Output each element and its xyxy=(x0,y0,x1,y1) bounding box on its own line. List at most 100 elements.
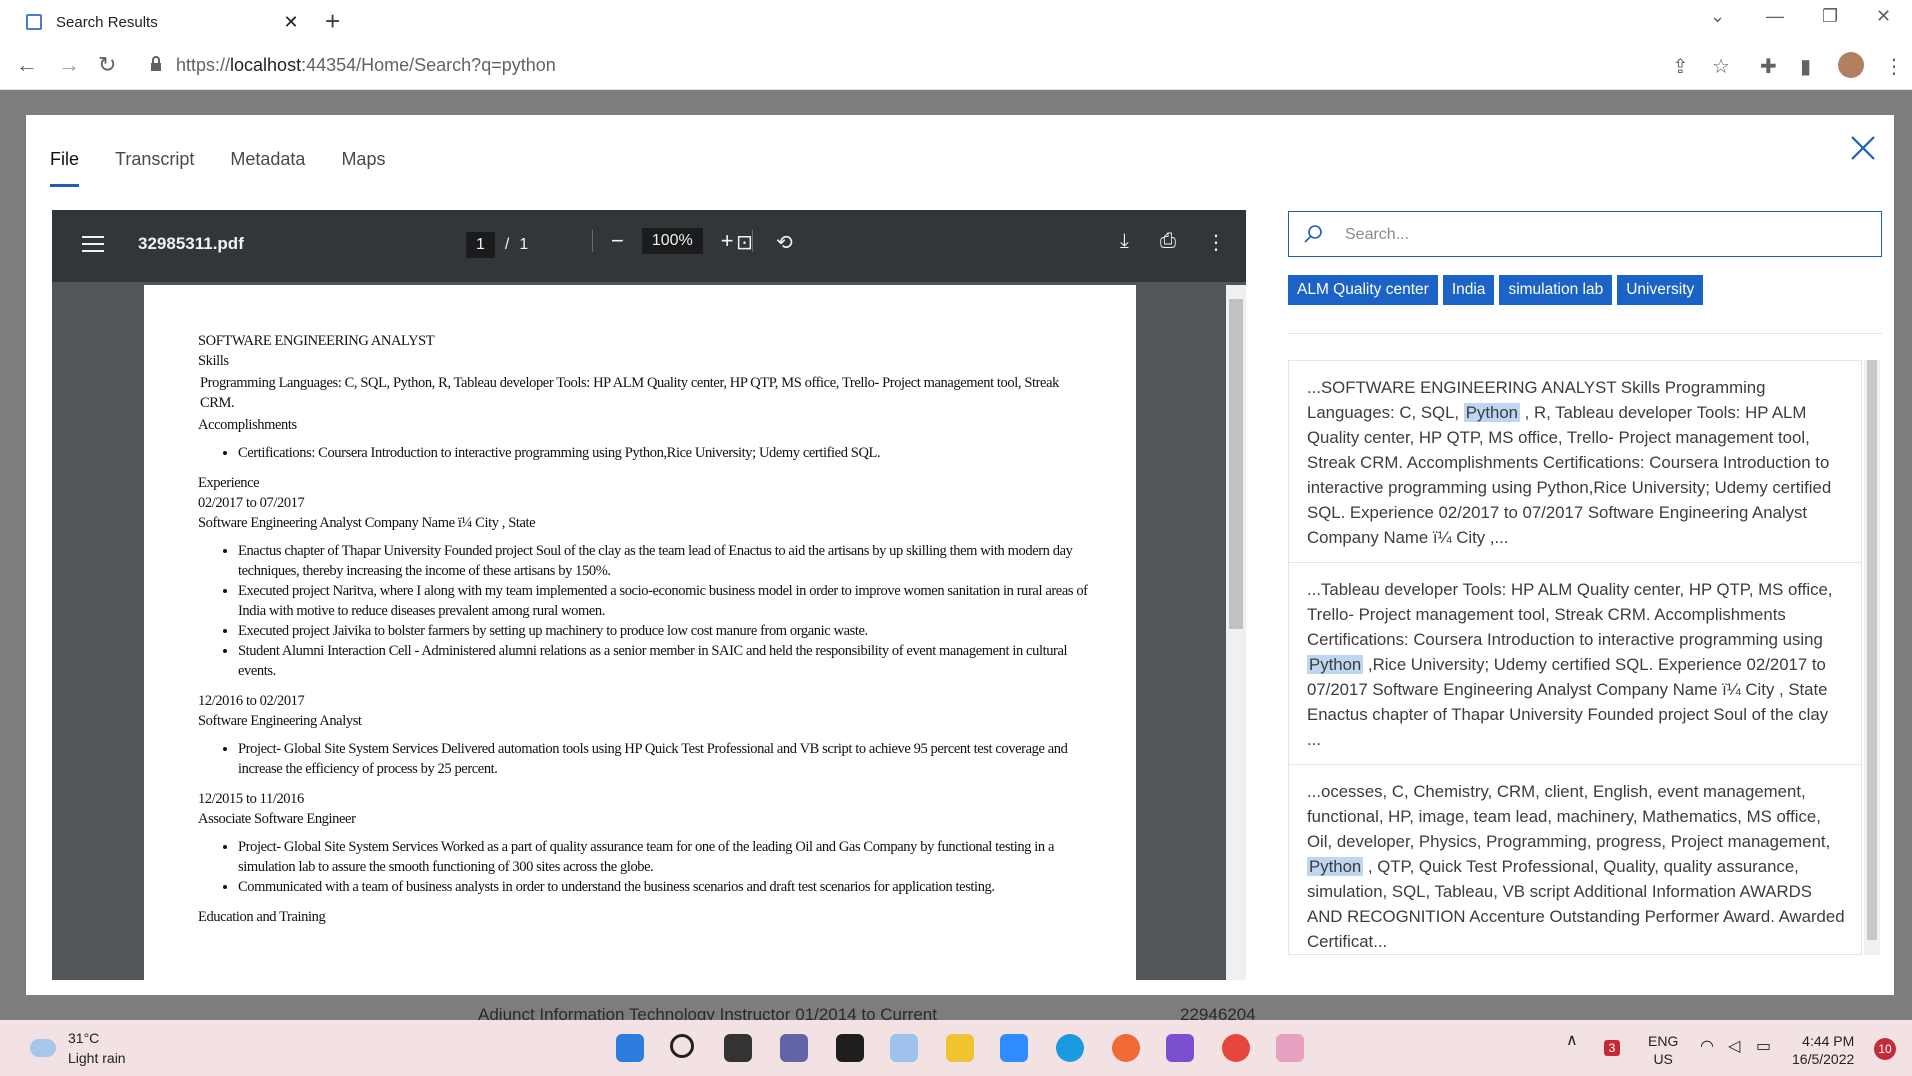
notification-badge[interactable]: 10 xyxy=(1874,1038,1896,1060)
section-education: Education and Training xyxy=(198,909,326,925)
zoom-in-icon[interactable]: + xyxy=(721,228,734,254)
visual-studio-icon[interactable] xyxy=(1166,1034,1194,1062)
clock-date: 16/5/2022 xyxy=(1792,1051,1855,1067)
battery-icon[interactable]: ▭ xyxy=(1756,1038,1771,1056)
address-bar-row: ← → ↻ https://localhost:44354/Home/Searc… xyxy=(0,42,1912,90)
mail-icon[interactable] xyxy=(890,1034,918,1062)
tag-chip[interactable]: University xyxy=(1617,275,1704,305)
side-panel-icon[interactable]: ▮ xyxy=(1800,54,1811,79)
more-options-icon[interactable]: ⋮ xyxy=(1206,230,1226,255)
divider xyxy=(1288,333,1882,334)
tab-title: Search Results xyxy=(56,13,158,31)
search-taskbar-icon[interactable] xyxy=(670,1034,694,1058)
result-snippet[interactable]: ...Tableau developer Tools: HP ALM Quali… xyxy=(1289,563,1861,765)
print-icon[interactable]: ⎙ xyxy=(1160,230,1176,253)
taskbar: 31°C Light rain ∧ 3 ENG US ◠ ◁ ▭ 4:44 PM… xyxy=(0,1020,1912,1076)
snippet-text: , QTP, Quick Test Professional, Quality,… xyxy=(1307,857,1845,951)
show-hidden-icons-icon[interactable]: ∧ xyxy=(1566,1032,1578,1050)
snipping-tool-icon[interactable] xyxy=(1276,1034,1304,1062)
list-item: Executed project Jaivika to bolster farm… xyxy=(238,621,1092,641)
file-explorer-icon[interactable] xyxy=(946,1034,974,1062)
close-window-icon[interactable]: ✕ xyxy=(1876,6,1891,27)
page-indicator: 1 / 1 xyxy=(466,232,528,258)
url-host: localhost xyxy=(230,55,302,75)
chrome-icon[interactable] xyxy=(1222,1034,1250,1062)
fit-page-icon[interactable]: ⊡ xyxy=(736,230,753,255)
job-bullets: Project- Global Site System Services Del… xyxy=(238,739,1092,779)
new-tab-icon[interactable]: + xyxy=(325,6,340,37)
browser-tab-strip: Search Results ✕ + ⌄ — ❐ ✕ xyxy=(0,0,1912,42)
tag-chip[interactable]: ALM Quality center xyxy=(1288,275,1438,305)
job-role: Software Engineering Analyst Company Nam… xyxy=(198,515,536,531)
extensions-icon[interactable]: ✚ xyxy=(1760,54,1777,79)
browser-tab[interactable]: Search Results ✕ xyxy=(10,2,306,42)
url-path: :44354/Home/Search?q=python xyxy=(301,55,556,75)
back-icon[interactable]: ← xyxy=(16,52,38,78)
pdf-scrollbar-thumb[interactable] xyxy=(1229,299,1243,629)
tab-search-chevron-icon[interactable]: ⌄ xyxy=(1710,6,1725,27)
clock[interactable]: 4:44 PM 16/5/2022 xyxy=(1792,1032,1854,1068)
results-scrollbar[interactable] xyxy=(1864,360,1880,955)
results-scrollbar-thumb[interactable] xyxy=(1867,360,1877,940)
accomplishments-list: Certifications: Coursera Introduction to… xyxy=(238,443,1092,463)
snippet-text: , R, Tableau developer Tools: HP ALM Qua… xyxy=(1307,403,1832,547)
zoom-app-icon[interactable] xyxy=(1000,1034,1028,1062)
section-skills: Skills xyxy=(198,353,229,369)
rain-cloud-icon xyxy=(30,1039,56,1057)
forward-icon[interactable]: → xyxy=(58,52,80,78)
language-indicator[interactable]: ENG US xyxy=(1648,1032,1678,1068)
page-separator: / xyxy=(504,236,510,253)
tag-chip[interactable]: simulation lab xyxy=(1499,275,1613,305)
weather-condition: Light rain xyxy=(68,1050,126,1066)
security-badge[interactable]: 3 xyxy=(1604,1040,1620,1056)
rotate-icon[interactable]: ⟲ xyxy=(776,230,793,255)
restore-icon[interactable]: ❐ xyxy=(1822,6,1838,27)
close-modal-icon[interactable] xyxy=(1848,133,1878,163)
total-pages: 1 xyxy=(519,236,529,253)
section-accomplishments: Accomplishments xyxy=(198,417,297,433)
tag-chip[interactable]: India xyxy=(1442,275,1495,305)
browser-menu-icon[interactable]: ⋮ xyxy=(1884,54,1904,79)
current-page-input[interactable]: 1 xyxy=(466,232,495,258)
task-view-icon[interactable] xyxy=(724,1034,752,1062)
lock-icon xyxy=(151,56,161,71)
result-snippet[interactable]: ...ocesses, C, Chemistry, CRM, client, E… xyxy=(1289,765,1861,954)
tab-maps[interactable]: Maps xyxy=(341,149,385,187)
tab-transcript[interactable]: Transcript xyxy=(115,149,194,187)
zoom-level-input[interactable]: 100% xyxy=(641,228,703,254)
list-item: Certifications: Coursera Introduction to… xyxy=(238,443,1092,463)
pdf-scrollbar[interactable] xyxy=(1226,285,1246,980)
weather-widget[interactable]: 31°C Light rain xyxy=(30,1028,126,1068)
sticky-notes-icon[interactable] xyxy=(836,1034,864,1062)
zoom-out-icon[interactable]: − xyxy=(611,228,624,254)
download-icon[interactable]: ⤓ xyxy=(1120,230,1129,253)
search-results-list: ...SOFTWARE ENGINEERING ANALYST Skills P… xyxy=(1288,360,1862,955)
tab-metadata[interactable]: Metadata xyxy=(230,149,305,187)
tab-file[interactable]: File xyxy=(50,149,80,187)
teams-chat-icon[interactable] xyxy=(780,1034,808,1062)
snippet-text: ...Tableau developer Tools: HP ALM Quali… xyxy=(1307,580,1833,649)
url-field[interactable]: https://localhost:44354/Home/Search?q=py… xyxy=(176,55,556,76)
result-snippet[interactable]: ...SOFTWARE ENGINEERING ANALYST Skills P… xyxy=(1289,361,1861,563)
reload-icon[interactable]: ↻ xyxy=(98,52,116,78)
wifi-icon[interactable]: ◠ xyxy=(1700,1038,1714,1056)
job-date: 12/2016 to 02/2017 xyxy=(198,693,305,709)
start-icon[interactable] xyxy=(616,1034,644,1062)
volume-icon[interactable]: ◁ xyxy=(1728,1038,1740,1056)
search-input[interactable]: Search... xyxy=(1345,226,1409,244)
close-tab-icon[interactable]: ✕ xyxy=(276,12,306,33)
profile-avatar[interactable] xyxy=(1838,52,1864,78)
edge-icon[interactable] xyxy=(1056,1034,1084,1062)
search-box[interactable]: Search... xyxy=(1288,211,1882,257)
region: US xyxy=(1653,1051,1673,1067)
share-icon[interactable]: ⇪ xyxy=(1672,54,1689,79)
minimize-icon[interactable]: — xyxy=(1766,6,1784,27)
bookmark-star-icon[interactable]: ☆ xyxy=(1712,54,1730,79)
pdf-menu-icon[interactable] xyxy=(82,236,104,252)
url-scheme: https:// xyxy=(176,55,231,75)
postman-icon[interactable] xyxy=(1112,1034,1140,1062)
list-item: Student Alumni Interaction Cell - Admini… xyxy=(238,641,1092,681)
snippet-text: ,Rice University; Udemy certified SQL. E… xyxy=(1307,655,1829,749)
list-item: Executed project Naritva, where I along … xyxy=(238,581,1092,621)
entity-tags: ALM Quality center India simulation lab … xyxy=(1288,275,1708,305)
